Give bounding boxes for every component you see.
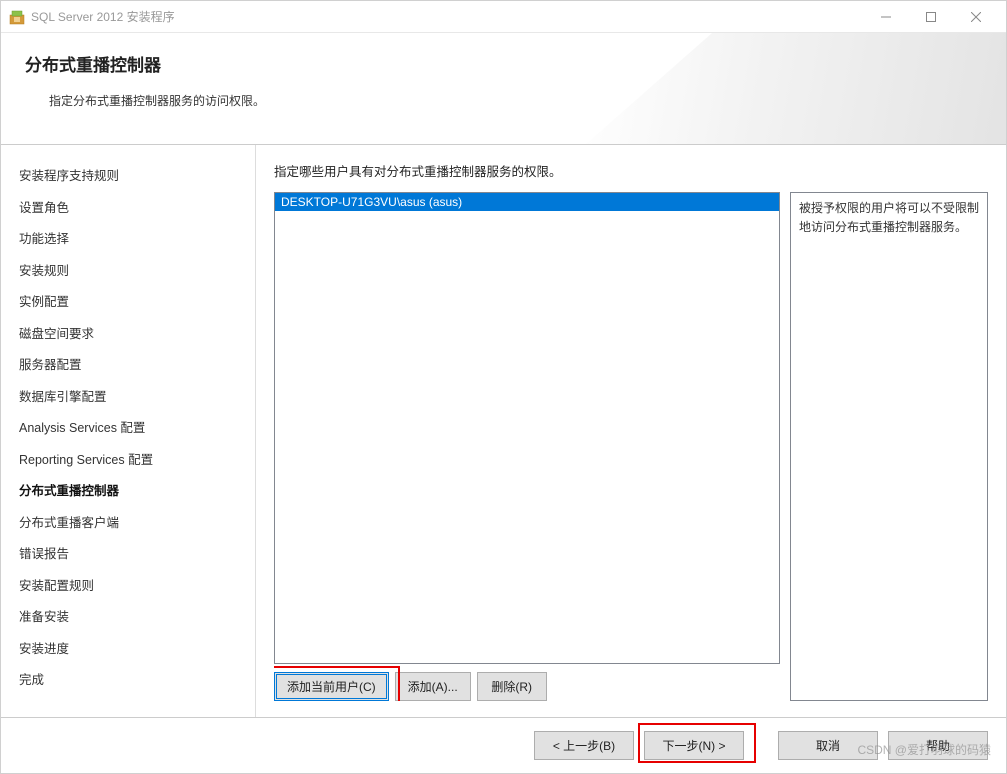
next-button[interactable]: 下一步(N) > xyxy=(644,731,744,760)
sidebar-item-3[interactable]: 安装规则 xyxy=(19,256,255,288)
footer: < 上一步(B) 下一步(N) > 取消 帮助 xyxy=(1,717,1006,773)
sidebar-item-11[interactable]: 分布式重播客户端 xyxy=(19,508,255,540)
sidebar-item-7[interactable]: 数据库引擎配置 xyxy=(19,382,255,414)
close-button[interactable] xyxy=(953,2,998,32)
installer-window: SQL Server 2012 安装程序 分布式重播控制器 指定分布式重播控制器… xyxy=(0,0,1007,774)
sidebar: 安装程序支持规则设置角色功能选择安装规则实例配置磁盘空间要求服务器配置数据库引擎… xyxy=(1,145,256,717)
sidebar-item-8[interactable]: Analysis Services 配置 xyxy=(19,413,255,445)
app-icon xyxy=(9,9,25,25)
window-title: SQL Server 2012 安装程序 xyxy=(31,8,863,25)
page-subtitle: 指定分布式重播控制器服务的访问权限。 xyxy=(25,92,982,109)
main-panel: 指定哪些用户具有对分布式重播控制器服务的权限。 DESKTOP-U71G3VU\… xyxy=(256,145,1006,717)
sidebar-item-5[interactable]: 磁盘空间要求 xyxy=(19,319,255,351)
sidebar-item-9[interactable]: Reporting Services 配置 xyxy=(19,445,255,477)
cancel-button[interactable]: 取消 xyxy=(778,731,878,760)
sidebar-item-2[interactable]: 功能选择 xyxy=(19,224,255,256)
help-button[interactable]: 帮助 xyxy=(888,731,988,760)
user-item-0[interactable]: DESKTOP-U71G3VU\asus (asus) xyxy=(275,193,779,211)
sidebar-item-4[interactable]: 实例配置 xyxy=(19,287,255,319)
add-current-user-button[interactable]: 添加当前用户(C) xyxy=(274,672,389,701)
sidebar-item-15[interactable]: 安装进度 xyxy=(19,634,255,666)
sidebar-item-6[interactable]: 服务器配置 xyxy=(19,350,255,382)
sidebar-item-14[interactable]: 准备安装 xyxy=(19,602,255,634)
sidebar-item-12[interactable]: 错误报告 xyxy=(19,539,255,571)
sidebar-item-0[interactable]: 安装程序支持规则 xyxy=(19,161,255,193)
content-row: DESKTOP-U71G3VU\asus (asus) 添加当前用户(C) 添加… xyxy=(274,192,988,701)
header-section: 分布式重播控制器 指定分布式重播控制器服务的访问权限。 xyxy=(1,33,1006,145)
sidebar-item-10[interactable]: 分布式重播控制器 xyxy=(19,476,255,508)
info-box: 被授予权限的用户将可以不受限制地访问分布式重播控制器服务。 xyxy=(790,192,988,701)
add-button[interactable]: 添加(A)... xyxy=(395,672,471,701)
listbox-buttons: 添加当前用户(C) 添加(A)... 删除(R) xyxy=(274,672,780,701)
maximize-button[interactable] xyxy=(908,2,953,32)
titlebar: SQL Server 2012 安装程序 xyxy=(1,1,1006,33)
header-decoration xyxy=(586,33,1006,144)
back-button[interactable]: < 上一步(B) xyxy=(534,731,634,760)
left-column: DESKTOP-U71G3VU\asus (asus) 添加当前用户(C) 添加… xyxy=(274,192,780,701)
page-title: 分布式重播控制器 xyxy=(25,51,982,76)
remove-button[interactable]: 删除(R) xyxy=(477,672,547,701)
sidebar-item-16[interactable]: 完成 xyxy=(19,665,255,697)
body-section: 安装程序支持规则设置角色功能选择安装规则实例配置磁盘空间要求服务器配置数据库引擎… xyxy=(1,145,1006,717)
sidebar-item-13[interactable]: 安装配置规则 xyxy=(19,571,255,603)
user-listbox[interactable]: DESKTOP-U71G3VU\asus (asus) xyxy=(274,192,780,664)
window-controls xyxy=(863,2,998,32)
instruction-text: 指定哪些用户具有对分布式重播控制器服务的权限。 xyxy=(274,161,988,180)
minimize-button[interactable] xyxy=(863,2,908,32)
sidebar-item-1[interactable]: 设置角色 xyxy=(19,193,255,225)
